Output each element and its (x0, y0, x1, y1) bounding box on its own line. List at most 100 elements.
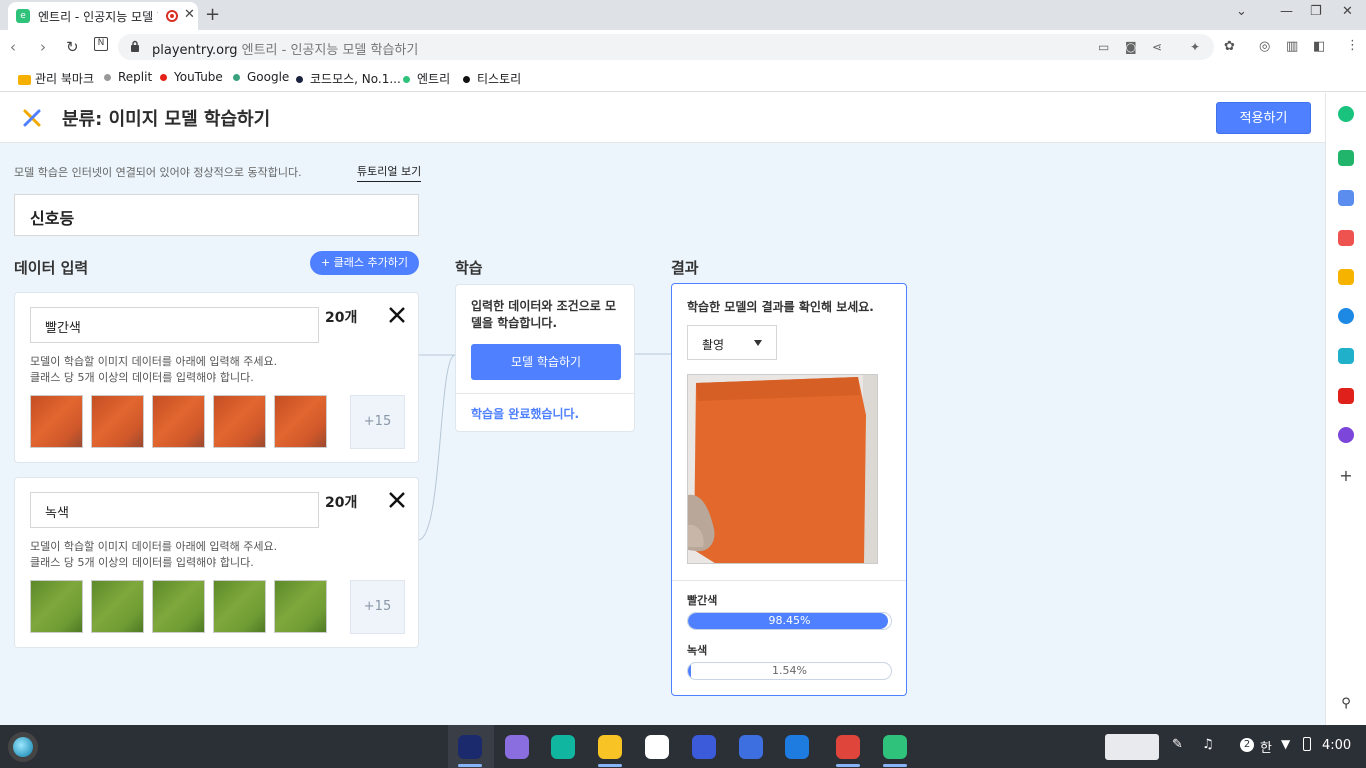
class-count: 20개 (325, 495, 358, 511)
prediction-label: 녹색 (687, 644, 708, 657)
model-name-input[interactable]: 신호등 (14, 194, 419, 236)
bookmark-codemos[interactable]: 코드모스, No.1... (296, 70, 401, 87)
ime-indicator[interactable]: 한 (1260, 737, 1272, 756)
tab-search-icon[interactable]: ⌄ (1236, 4, 1247, 19)
class-name-input[interactable]: 녹색 (30, 492, 319, 528)
briefcase-icon[interactable] (1338, 190, 1354, 206)
data-thumbnail[interactable] (274, 580, 327, 633)
share-icon[interactable]: ⋖ (1152, 40, 1166, 54)
data-thumbnail[interactable] (152, 395, 205, 448)
more-thumbnails-button[interactable]: +15 (350, 395, 405, 449)
tab-close-button[interactable]: ✕ (184, 7, 195, 22)
dropdown-caret-icon (754, 340, 762, 346)
apply-button[interactable]: 적용하기 (1216, 102, 1311, 134)
train-model-button[interactable]: 모델 학습하기 (471, 344, 621, 380)
app-icon-classroom[interactable] (692, 735, 716, 759)
cast-icon[interactable]: ▭ (1098, 40, 1112, 54)
media-controls-icon[interactable]: ♫ (1202, 737, 1214, 752)
app-icon-meet[interactable] (551, 735, 575, 759)
bookmark-google[interactable]: Google (233, 70, 289, 84)
data-thumbnail[interactable] (213, 580, 266, 633)
app-icon-entry[interactable] (883, 735, 907, 759)
omnibox[interactable]: playentry.org 엔트리 - 인공지능 모델 학습하기 ▭ ◙ ⋖ ✦ (118, 34, 1214, 60)
side-panel-icon[interactable]: ◧ (1313, 39, 1325, 54)
edge-icon[interactable] (1338, 308, 1354, 324)
app-icon-presentation[interactable] (739, 735, 763, 759)
lens-icon[interactable]: ◎ (1259, 39, 1270, 54)
data-thumbnail[interactable] (91, 395, 144, 448)
learn-description: 입력한 데이터와 조건으로 모델을 학습합니다. (471, 299, 617, 330)
class-name-input[interactable]: 빨간색 (30, 307, 319, 343)
thumbnail-row: +15 (30, 395, 410, 449)
launcher-button[interactable] (8, 732, 38, 762)
app-icon-files[interactable] (598, 735, 622, 759)
data-input-title: 데이터 입력 (14, 259, 89, 277)
extensions-puzzle-icon[interactable]: ✿ (1224, 39, 1235, 54)
result-description: 학습한 모델의 결과를 확인해 보세요. (687, 300, 874, 314)
delete-class-icon[interactable] (387, 490, 407, 510)
battery-icon[interactable] (1303, 737, 1311, 751)
class-card-green: 녹색 20개 모델이 학습할 이미지 데이터를 아래에 입력해 주세요. 클래스… (14, 477, 419, 648)
chat-icon[interactable] (1338, 106, 1354, 122)
clock[interactable]: 4:00 (1322, 738, 1351, 753)
youtube-side-icon[interactable] (1338, 388, 1354, 404)
wifi-icon[interactable]: ▼ (1281, 737, 1290, 751)
tutorial-link[interactable]: 튜토리얼 보기 (357, 163, 422, 182)
star-icon[interactable] (1338, 269, 1354, 285)
divider (456, 393, 634, 394)
bookmarks-bar: 관리 북마크 Replit YouTube Google 코드모스, No.1.… (0, 64, 1366, 92)
bookmark-replit[interactable]: Replit (104, 70, 152, 84)
browser-tab[interactable]: e 엔트리 - 인공지능 모델 학 ✕ (8, 2, 198, 30)
data-thumbnail[interactable] (30, 580, 83, 633)
close-window-icon[interactable]: ✕ (1342, 4, 1353, 19)
app-circle-icon[interactable] (1338, 427, 1354, 443)
pocket-icon[interactable] (1338, 230, 1354, 246)
data-thumbnail[interactable] (213, 395, 266, 448)
bookmark-manage[interactable]: 관리 북마크 (18, 70, 94, 87)
stylus-icon[interactable]: ✎ (1172, 737, 1183, 752)
add-class-button[interactable]: + 클래스 추가하기 (310, 251, 419, 275)
holding-space-thumbnails[interactable] (1105, 734, 1159, 760)
data-thumbnail[interactable] (30, 395, 83, 448)
learn-status: 학습을 완료했습니다. (471, 407, 580, 421)
bookmark-entry[interactable]: 엔트리 (403, 70, 450, 87)
naver-icon[interactable]: N (94, 37, 108, 51)
app-icon-briefcase[interactable] (505, 735, 529, 759)
pin-icon[interactable]: ⚲ (1338, 696, 1354, 712)
new-tab-button[interactable]: + (205, 4, 220, 25)
bookmark-tistory[interactable]: 티스토리 (463, 70, 521, 87)
reading-list-icon[interactable]: ▥ (1286, 39, 1298, 54)
extension-icon[interactable]: ✦ (1190, 40, 1204, 54)
app-icon-clapper[interactable] (836, 735, 860, 759)
reload-icon[interactable]: ↻ (66, 38, 79, 56)
internet-note: 모델 학습은 인터넷이 연결되어 있어야 정상적으로 동작합니다. (14, 166, 302, 179)
main-area: 모델 학습은 인터넷이 연결되어 있어야 정상적으로 동작합니다. 튜토리얼 보… (0, 143, 1325, 725)
app-icon-bird[interactable] (458, 735, 482, 759)
result-title: 결과 (671, 259, 699, 277)
thumbnail-row: +15 (30, 580, 410, 634)
add-icon[interactable]: + (1338, 468, 1354, 484)
app-icon-reader[interactable] (785, 735, 809, 759)
address-bar-row: ‹ › ↻ N playentry.org 엔트리 - 인공지능 모델 학습하기… (0, 30, 1366, 64)
more-thumbnails-button[interactable]: +15 (350, 580, 405, 634)
app-icon-cloud[interactable] (645, 735, 669, 759)
data-thumbnail[interactable] (152, 580, 205, 633)
bell-icon[interactable] (1338, 150, 1354, 166)
data-thumbnail[interactable] (274, 395, 327, 448)
back-icon[interactable]: ‹ (10, 38, 16, 56)
close-x-logo-icon[interactable] (22, 108, 42, 128)
class-card-red: 빨간색 20개 모델이 학습할 이미지 데이터를 아래에 입력해 주세요. 클래… (14, 292, 419, 463)
minimize-icon[interactable]: — (1280, 4, 1293, 19)
bookmark-youtube[interactable]: YouTube (160, 70, 223, 84)
restore-icon[interactable]: ❐ (1310, 4, 1322, 19)
forward-icon[interactable]: › (40, 38, 46, 56)
tab-title: 엔트리 - 인공지능 모델 학 (38, 10, 158, 24)
camera-icon[interactable] (1338, 348, 1354, 364)
input-mode-select[interactable]: 촬영 (687, 325, 777, 360)
delete-class-icon[interactable] (387, 305, 407, 325)
data-thumbnail[interactable] (91, 580, 144, 633)
entry-favicon-icon: e (16, 9, 30, 23)
screenshot-icon[interactable]: ◙ (1125, 40, 1139, 54)
notification-count-badge[interactable]: 2 (1240, 738, 1254, 752)
menu-icon[interactable]: ⋮ (1346, 38, 1359, 53)
